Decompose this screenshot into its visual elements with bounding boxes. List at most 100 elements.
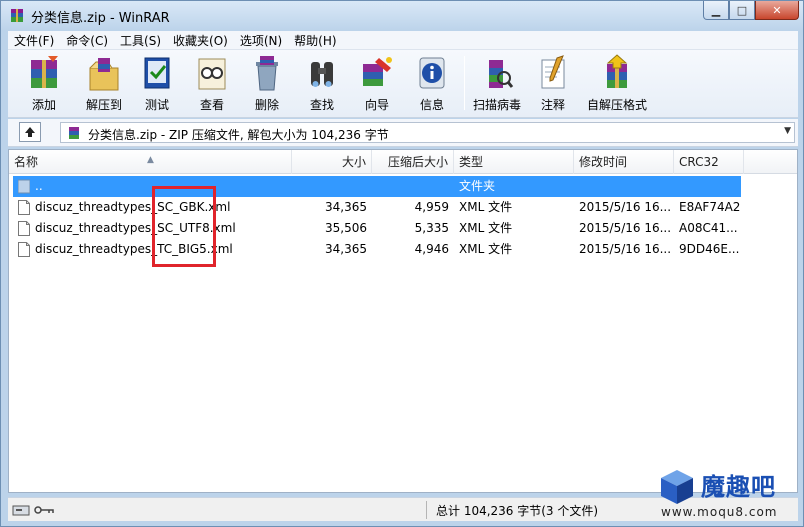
file-type: XML 文件 (459, 200, 513, 214)
extract-to-icon (89, 58, 119, 91)
status-separator (426, 501, 427, 519)
delete-icon (256, 56, 278, 91)
minimize-button[interactable]: ▁ (703, 1, 729, 20)
close-button[interactable]: ✕ (755, 1, 799, 20)
file-crc: E8AF74A2 (679, 200, 741, 214)
column-packed[interactable]: 压缩后大小 (372, 150, 454, 174)
list-header: 名称 ▲ 大小 压缩后大小 类型 修改时间 CRC32 (9, 150, 797, 174)
wizard-icon (363, 57, 392, 86)
window-title: 分类信息.zip - WinRAR (31, 11, 170, 26)
sfx-button[interactable]: 自解压格式 (584, 52, 650, 114)
parent-folder-icon (18, 179, 30, 194)
file-type: XML 文件 (459, 242, 513, 256)
annotation-highlight-box (152, 186, 216, 267)
menu-options[interactable]: 选项(N) (234, 32, 288, 49)
virus-scan-icon (489, 60, 514, 88)
test-icon (144, 57, 170, 89)
test-button[interactable]: 测试 (128, 52, 186, 114)
column-crc[interactable]: CRC32 (674, 150, 744, 174)
file-packed-size: 5,335 (414, 221, 449, 235)
extract-to-button[interactable]: 解压到 (75, 52, 133, 114)
archive-icon (69, 127, 79, 139)
sfx-icon (606, 54, 628, 88)
info-label: 信息 (419, 98, 444, 112)
view-label: 查看 (199, 98, 224, 112)
view-icon (198, 58, 226, 90)
toolbar: 添加 解压到 测试 查看 删除 查找 向导 信息 扫描病毒 注释 自解压格式 (8, 50, 798, 118)
watermark-brand: 魔趣吧 (701, 473, 776, 501)
column-modified[interactable]: 修改时间 (574, 150, 674, 174)
file-modified: 2015/5/16 16... (579, 200, 672, 214)
address-field[interactable]: 分类信息.zip - ZIP 压缩文件, 解包大小为 104,236 字节 ▼ (60, 122, 795, 143)
maximize-button[interactable]: □ (729, 1, 755, 20)
winrar-app-icon (11, 9, 23, 22)
site-watermark: 魔趣吧 www.moqu8.com (657, 467, 799, 523)
add-button[interactable]: 添加 (15, 52, 73, 114)
winrar-window: 分类信息.zip - WinRAR ▁ □ ✕ 文件(F) 命令(C) 工具(S… (0, 0, 804, 527)
drive-key-icon (12, 505, 54, 516)
file-type: 文件夹 (459, 179, 496, 193)
up-arrow-icon (25, 127, 35, 137)
toolbar-separator (464, 56, 465, 110)
wizard-label: 向导 (364, 98, 389, 112)
add-label: 添加 (31, 98, 56, 112)
address-text: 分类信息.zip - ZIP 压缩文件, 解包大小为 104,236 字节 (88, 128, 389, 142)
find-button[interactable]: 查找 (293, 52, 351, 114)
menu-favorites[interactable]: 收藏夹(O) (167, 32, 234, 49)
test-label: 测试 (144, 98, 169, 112)
comment-button[interactable]: 注释 (524, 52, 582, 114)
address-bar: 分类信息.zip - ZIP 压缩文件, 解包大小为 104,236 字节 ▼ (8, 119, 798, 147)
window-controls: ▁ □ ✕ (703, 1, 799, 20)
file-size: 35,506 (325, 221, 367, 235)
comment-label: 注释 (540, 98, 565, 112)
file-list: 名称 ▲ 大小 压缩后大小 类型 修改时间 CRC32 .. 文件夹 discu… (8, 149, 798, 493)
menu-commands[interactable]: 命令(C) (60, 32, 114, 49)
file-packed-size: 4,946 (414, 242, 449, 256)
comment-icon (541, 55, 565, 89)
info-icon (419, 57, 445, 89)
column-size[interactable]: 大小 (292, 150, 372, 174)
find-label: 查找 (309, 98, 334, 112)
up-folder-button[interactable] (19, 122, 41, 142)
list-item-file[interactable]: discuz_threadtypes_SC_GBK.xml 34,365 4,9… (9, 197, 797, 218)
file-packed-size: 4,959 (414, 200, 449, 214)
status-summary: 总计 104,236 字节(3 个文件) (436, 504, 599, 518)
menu-bar: 文件(F) 命令(C) 工具(S) 收藏夹(O) 选项(N) 帮助(H) (8, 31, 798, 50)
address-dropdown-icon[interactable]: ▼ (784, 126, 791, 136)
virus-scan-button[interactable]: 扫描病毒 (468, 52, 526, 114)
extract-to-label: 解压到 (85, 98, 122, 112)
file-name: .. (35, 179, 43, 193)
column-name[interactable]: 名称 ▲ (9, 150, 292, 174)
column-type[interactable]: 类型 (454, 150, 574, 174)
watermark-url: www.moqu8.com (661, 505, 778, 519)
xml-file-icon (18, 200, 30, 215)
virus-scan-label: 扫描病毒 (472, 98, 521, 112)
menu-help[interactable]: 帮助(H) (288, 32, 342, 49)
title-bar[interactable]: 分类信息.zip - WinRAR ▁ □ ✕ (1, 1, 803, 31)
file-size: 34,365 (325, 200, 367, 214)
file-size: 34,365 (325, 242, 367, 256)
file-type: XML 文件 (459, 221, 513, 235)
file-modified: 2015/5/16 16... (579, 242, 672, 256)
delete-button[interactable]: 删除 (238, 52, 296, 114)
wizard-button[interactable]: 向导 (348, 52, 406, 114)
xml-file-icon (18, 221, 30, 236)
file-crc: 9DD46E... (679, 242, 740, 256)
sort-ascending-icon: ▲ (147, 155, 154, 165)
view-button[interactable]: 查看 (183, 52, 241, 114)
column-name-label: 名称 (14, 155, 39, 169)
cube-logo-icon (661, 470, 693, 504)
delete-label: 删除 (254, 98, 279, 112)
info-button[interactable]: 信息 (403, 52, 461, 114)
list-item-file[interactable]: discuz_threadtypes_SC_UTF8.xml 35,506 5,… (9, 218, 797, 239)
xml-file-icon (18, 242, 30, 257)
list-item-file[interactable]: discuz_threadtypes_TC_BIG5.xml 34,365 4,… (9, 239, 797, 260)
menu-file[interactable]: 文件(F) (8, 32, 60, 49)
selection-highlight (13, 176, 741, 197)
sfx-label: 自解压格式 (586, 98, 647, 112)
add-archive-icon (31, 56, 58, 88)
find-icon (311, 62, 333, 87)
file-modified: 2015/5/16 16... (579, 221, 672, 235)
menu-tools[interactable]: 工具(S) (114, 32, 167, 49)
list-item-parent[interactable]: .. 文件夹 (9, 176, 797, 197)
